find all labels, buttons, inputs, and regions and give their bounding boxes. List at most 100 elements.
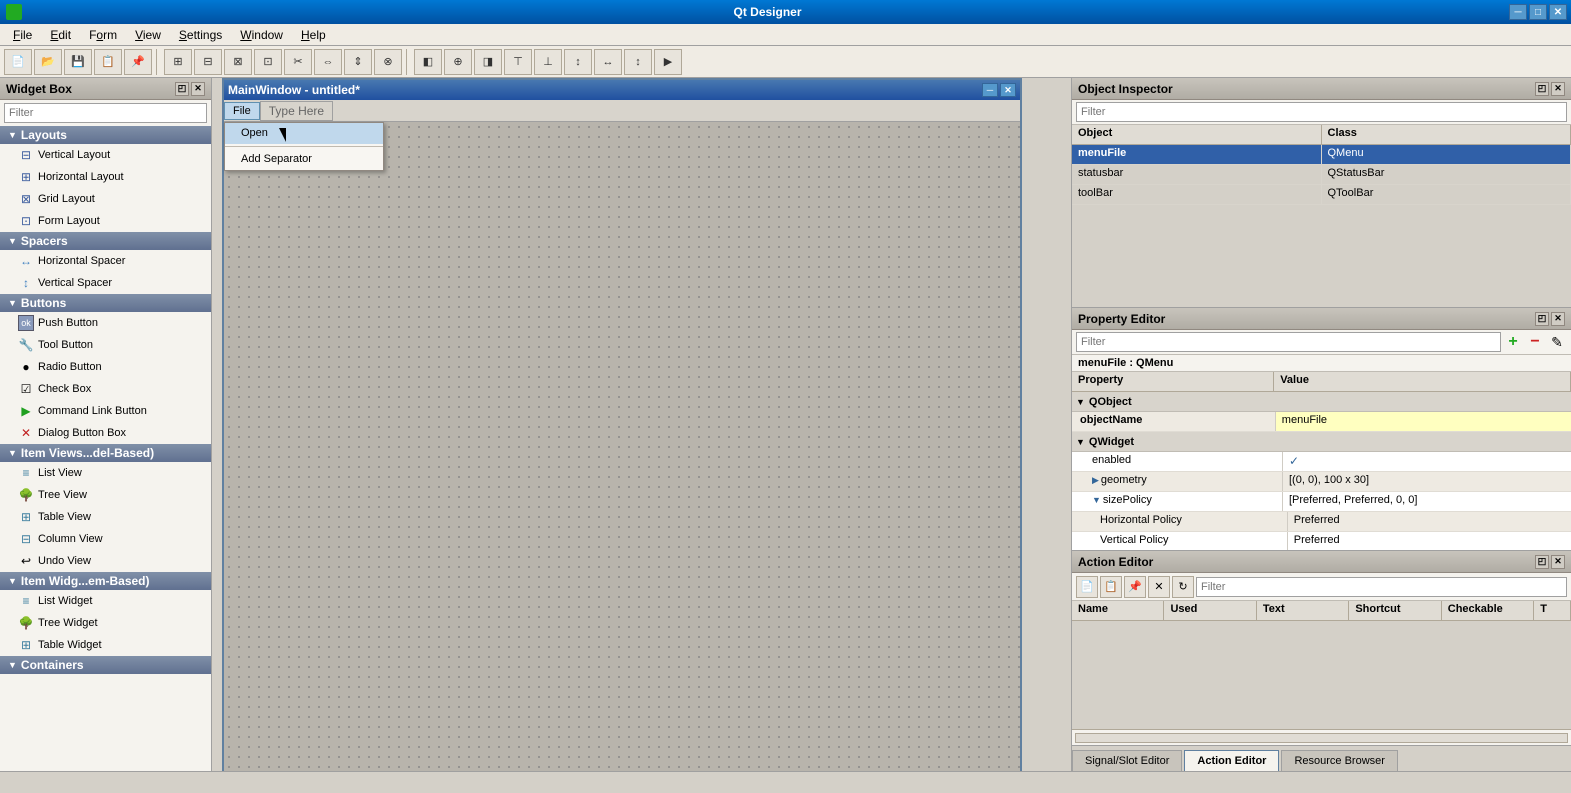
menu-view[interactable]: View: [126, 25, 170, 45]
widget-horizontal-layout[interactable]: ⊞ Horizontal Layout: [0, 166, 211, 188]
widget-push-button[interactable]: ok Push Button: [0, 312, 211, 334]
widget-table-widget[interactable]: ⊞ Table Widget: [0, 634, 211, 656]
section-item-views[interactable]: ▼ Item Views...del-Based): [0, 444, 211, 462]
widget-vertical-layout[interactable]: ⊟ Vertical Layout: [0, 144, 211, 166]
widget-table-view[interactable]: ⊞ Table View: [0, 506, 211, 528]
widget-tree-view[interactable]: 🌳 Tree View: [0, 484, 211, 506]
section-containers[interactable]: ▼ Containers: [0, 656, 211, 674]
section-spacers[interactable]: ▼ Spacers: [0, 232, 211, 250]
prop-value-sizepolicy[interactable]: [Preferred, Preferred, 0, 0]: [1283, 492, 1571, 511]
menu-edit[interactable]: Edit: [41, 25, 80, 45]
action-copy-btn[interactable]: 📋: [1100, 576, 1122, 598]
widget-list-widget[interactable]: ≡ List Widget: [0, 590, 211, 612]
toolbar-align-top[interactable]: ⊤: [504, 49, 532, 75]
object-inspector-float-btn[interactable]: ◰: [1535, 82, 1549, 96]
toolbar-adjust[interactable]: ⇔: [314, 49, 342, 75]
action-scroll-bar[interactable]: [1072, 729, 1571, 745]
toolbar-simplify[interactable]: ⊗: [374, 49, 402, 75]
action-paste-btn[interactable]: 📌: [1124, 576, 1146, 598]
prop-remove-btn[interactable]: −: [1525, 332, 1545, 352]
toolbar-align-bottom[interactable]: ↕: [564, 49, 592, 75]
toolbar-size-same-w[interactable]: ↔: [594, 49, 622, 75]
action-filter-input[interactable]: [1196, 577, 1567, 597]
close-button[interactable]: ✕: [1549, 4, 1567, 20]
toolbar-break[interactable]: ✂: [284, 49, 312, 75]
action-delete-btn[interactable]: ✕: [1148, 576, 1170, 598]
toolbar-layout-grid[interactable]: ⊠: [224, 49, 252, 75]
child-minimize-btn[interactable]: ─: [982, 83, 998, 97]
toolbar-adjust2[interactable]: ⇕: [344, 49, 372, 75]
design-area[interactable]: [224, 122, 1020, 771]
dropdown-item-add-separator[interactable]: Add Separator: [225, 149, 383, 170]
prop-value-enabled[interactable]: ✓: [1283, 452, 1571, 471]
widget-dialog-button-box[interactable]: ✕ Dialog Button Box: [0, 422, 211, 444]
inspector-row-toolbar[interactable]: toolBar QToolBar: [1072, 185, 1571, 205]
toolbar-align-center[interactable]: ⊕: [444, 49, 472, 75]
object-inspector-close-btn[interactable]: ✕: [1551, 82, 1565, 96]
inspector-row-statusbar[interactable]: statusbar QStatusBar: [1072, 165, 1571, 185]
tab-action-editor[interactable]: Action Editor: [1184, 750, 1279, 771]
widget-list-view[interactable]: ≡ List View: [0, 462, 211, 484]
toolbar-layout-form[interactable]: ⊡: [254, 49, 282, 75]
prop-add-btn[interactable]: +: [1503, 332, 1523, 352]
menu-file[interactable]: File: [4, 25, 41, 45]
prop-configure-btn[interactable]: ✎: [1547, 332, 1567, 352]
minimize-button[interactable]: ─: [1509, 4, 1527, 20]
prop-section-qobject[interactable]: ▼ QObject: [1072, 392, 1571, 412]
maximize-button[interactable]: □: [1529, 4, 1547, 20]
toolbar-align-middle[interactable]: ⊥: [534, 49, 562, 75]
widget-box-float-btn[interactable]: ◰: [175, 82, 189, 96]
toolbar-paste[interactable]: 📌: [124, 49, 152, 75]
child-close-btn[interactable]: ✕: [1000, 83, 1016, 97]
action-editor-float-btn[interactable]: ◰: [1535, 555, 1549, 569]
prop-value-geometry[interactable]: [(0, 0), 100 x 30]: [1283, 472, 1571, 491]
prop-value-vpolicy[interactable]: Preferred: [1288, 532, 1571, 550]
toolbar-preview[interactable]: ▶: [654, 49, 682, 75]
prop-filter-input[interactable]: [1076, 332, 1501, 352]
design-menu-file[interactable]: File: [224, 102, 260, 120]
inspector-row-menufile[interactable]: menuFile QMenu: [1072, 145, 1571, 165]
widget-undo-view[interactable]: ↩ Undo View: [0, 550, 211, 572]
toolbar-open[interactable]: 📂: [34, 49, 62, 75]
prop-value-hpolicy[interactable]: Preferred: [1288, 512, 1571, 531]
menu-help[interactable]: Help: [292, 25, 335, 45]
section-item-widgets[interactable]: ▼ Item Widg...em-Based): [0, 572, 211, 590]
action-new-btn[interactable]: 📄: [1076, 576, 1098, 598]
widget-command-link-button[interactable]: ▶ Command Link Button: [0, 400, 211, 422]
widget-tool-button[interactable]: 🔧 Tool Button: [0, 334, 211, 356]
widget-radio-button[interactable]: ● Radio Button: [0, 356, 211, 378]
property-editor-close-btn[interactable]: ✕: [1551, 312, 1565, 326]
action-refresh-btn[interactable]: ↻: [1172, 576, 1194, 598]
action-editor-close-btn[interactable]: ✕: [1551, 555, 1565, 569]
toolbar-layout-v[interactable]: ⊞: [164, 49, 192, 75]
toolbar-layout-h[interactable]: ⊟: [194, 49, 222, 75]
toolbar-align-right[interactable]: ◨: [474, 49, 502, 75]
tab-signal-slot-editor[interactable]: Signal/Slot Editor: [1072, 750, 1182, 771]
toolbar-copy[interactable]: 📋: [94, 49, 122, 75]
widget-box-scroll[interactable]: ▼ Layouts ⊟ Vertical Layout ⊞ Horizontal…: [0, 126, 211, 771]
widget-grid-layout[interactable]: ⊠ Grid Layout: [0, 188, 211, 210]
dropdown-item-open[interactable]: Open: [225, 123, 383, 144]
prop-section-qwidget[interactable]: ▼ QWidget: [1072, 432, 1571, 452]
widget-box-close-btn[interactable]: ✕: [191, 82, 205, 96]
widget-box-filter-input[interactable]: [4, 103, 207, 123]
menu-window[interactable]: Window: [231, 25, 292, 45]
widget-tree-widget[interactable]: 🌳 Tree Widget: [0, 612, 211, 634]
toolbar-save[interactable]: 💾: [64, 49, 92, 75]
section-layouts[interactable]: ▼ Layouts: [0, 126, 211, 144]
property-editor-float-btn[interactable]: ◰: [1535, 312, 1549, 326]
section-buttons[interactable]: ▼ Buttons: [0, 294, 211, 312]
widget-column-view[interactable]: ⊟ Column View: [0, 528, 211, 550]
design-menu-type-here[interactable]: Type Here: [260, 101, 333, 121]
toolbar-size-same-h[interactable]: ↕: [624, 49, 652, 75]
menu-settings[interactable]: Settings: [170, 25, 231, 45]
prop-value-objectname[interactable]: menuFile: [1276, 412, 1571, 431]
menu-form[interactable]: Form: [80, 25, 126, 45]
widget-vertical-spacer[interactable]: ↕ Vertical Spacer: [0, 272, 211, 294]
widget-form-layout[interactable]: ⊡ Form Layout: [0, 210, 211, 232]
tab-resource-browser[interactable]: Resource Browser: [1281, 750, 1397, 771]
toolbar-new[interactable]: 📄: [4, 49, 32, 75]
widget-horizontal-spacer[interactable]: ↔ Horizontal Spacer: [0, 250, 211, 272]
inspector-filter-input[interactable]: [1076, 102, 1567, 122]
toolbar-align-left[interactable]: ◧: [414, 49, 442, 75]
